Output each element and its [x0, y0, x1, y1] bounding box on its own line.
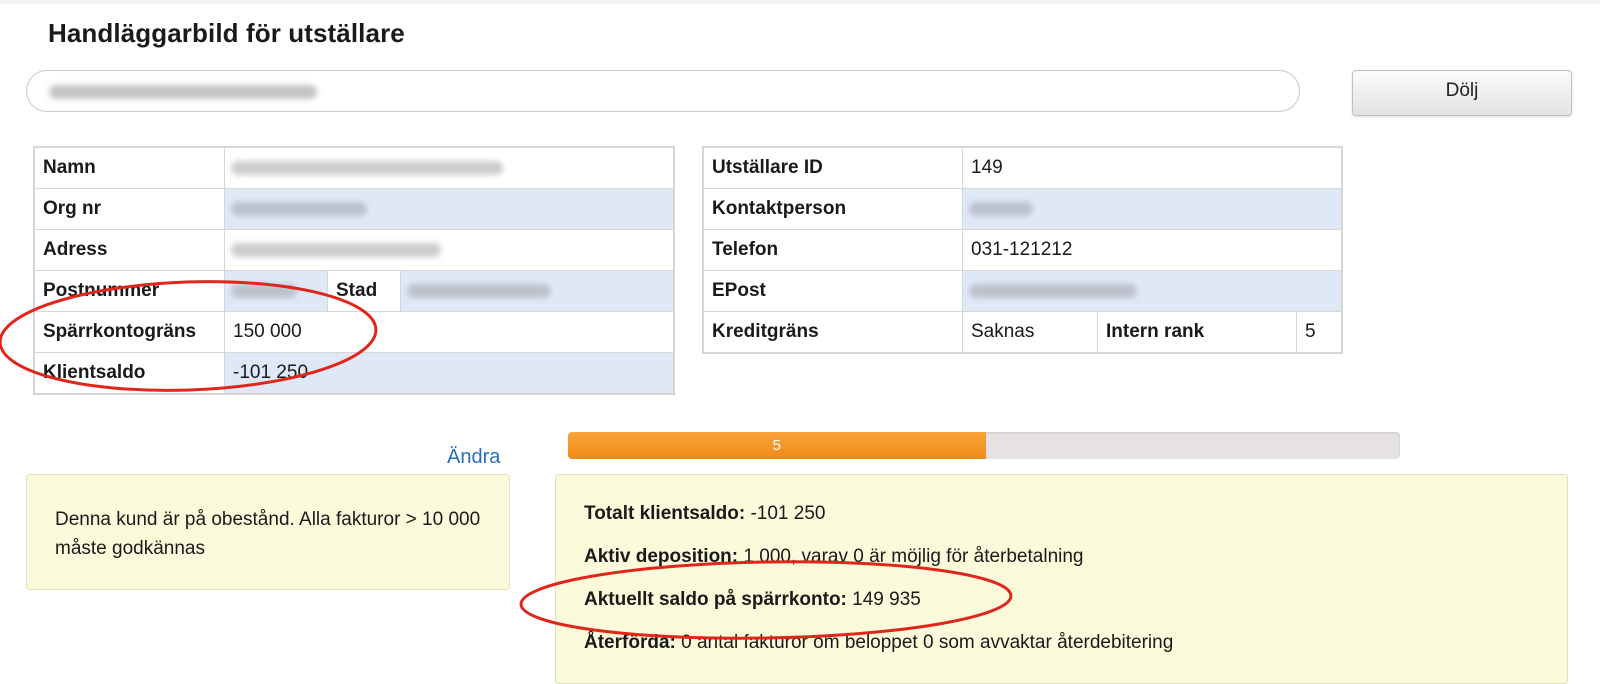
table-row: Spärrkontogräns 150 000 [34, 311, 674, 353]
address-value [224, 229, 674, 271]
city-value [400, 270, 674, 312]
exhibitor-contact-table: Utställare ID 149 Kontaktperson Telefon … [703, 147, 1342, 353]
table-row: Kontaktperson [703, 188, 1342, 230]
balance-value: -101 250 [224, 352, 674, 394]
email-value [962, 270, 1342, 312]
city-label: Stad [327, 270, 401, 312]
notice-text: Denna kund är på obestånd. Alla fakturor… [55, 509, 481, 559]
table-row: Org nr [34, 188, 674, 230]
table-row: Kreditgräns Saknas Intern rank 5 [703, 311, 1342, 353]
summary-total: Totalt klientsaldo: -101 250 [584, 503, 826, 524]
top-border [0, 0, 1600, 4]
address-label: Adress [34, 229, 225, 271]
table-row: EPost [703, 270, 1342, 312]
limit-label: Spärrkontogräns [34, 311, 225, 353]
name-label: Namn [34, 147, 225, 189]
hide-button[interactable]: Dölj [1352, 70, 1572, 116]
summary-blocked-balance: Aktuellt saldo på spärrkonto: 149 935 [584, 589, 921, 610]
table-row: Utställare ID 149 [703, 147, 1342, 189]
phone-label: Telefon [703, 229, 963, 271]
rank-value: 5 [1296, 311, 1342, 353]
id-value: 149 [962, 147, 1342, 189]
balance-label: Klientsaldo [34, 352, 225, 394]
page-title: Handläggarbild för utställare [48, 18, 405, 48]
table-row: Adress [34, 229, 674, 271]
progress-fill: 5 [568, 432, 986, 459]
rank-progress-bar: 5 [568, 432, 1400, 459]
contact-value [962, 188, 1342, 230]
exhibitor-details-table: Namn Org nr Adress Postnummer Stad Spärr… [34, 147, 674, 394]
id-label: Utställare ID [703, 147, 963, 189]
table-row: Namn [34, 147, 674, 189]
summary-deposit: Aktiv deposition: 1 000, varav 0 är möjl… [584, 546, 1084, 567]
table-row: Klientsaldo -101 250 [34, 352, 674, 394]
credit-label: Kreditgräns [703, 311, 963, 353]
notice-panel: Denna kund är på obestånd. Alla fakturor… [26, 474, 510, 590]
rank-label: Intern rank [1097, 311, 1297, 353]
limit-value: 150 000 [224, 311, 674, 353]
summary-returned: Återförda: 0 antal fakturor om beloppet … [584, 632, 1174, 653]
summary-panel: Totalt klientsaldo: -101 250 Aktiv depos… [555, 474, 1568, 684]
table-row: Telefon 031-121212 [703, 229, 1342, 271]
org-label: Org nr [34, 188, 225, 230]
table-row: Postnummer Stad [34, 270, 674, 312]
search-input[interactable] [26, 70, 1300, 112]
contact-label: Kontaktperson [703, 188, 963, 230]
edit-link[interactable]: Ändra [447, 446, 500, 469]
phone-value: 031-121212 [962, 229, 1342, 271]
postal-label: Postnummer [34, 270, 225, 312]
credit-value: Saknas [962, 311, 1098, 353]
email-label: EPost [703, 270, 963, 312]
redacted-search-text [49, 85, 317, 99]
postal-value [224, 270, 328, 312]
org-value [224, 188, 674, 230]
name-value [224, 147, 674, 189]
